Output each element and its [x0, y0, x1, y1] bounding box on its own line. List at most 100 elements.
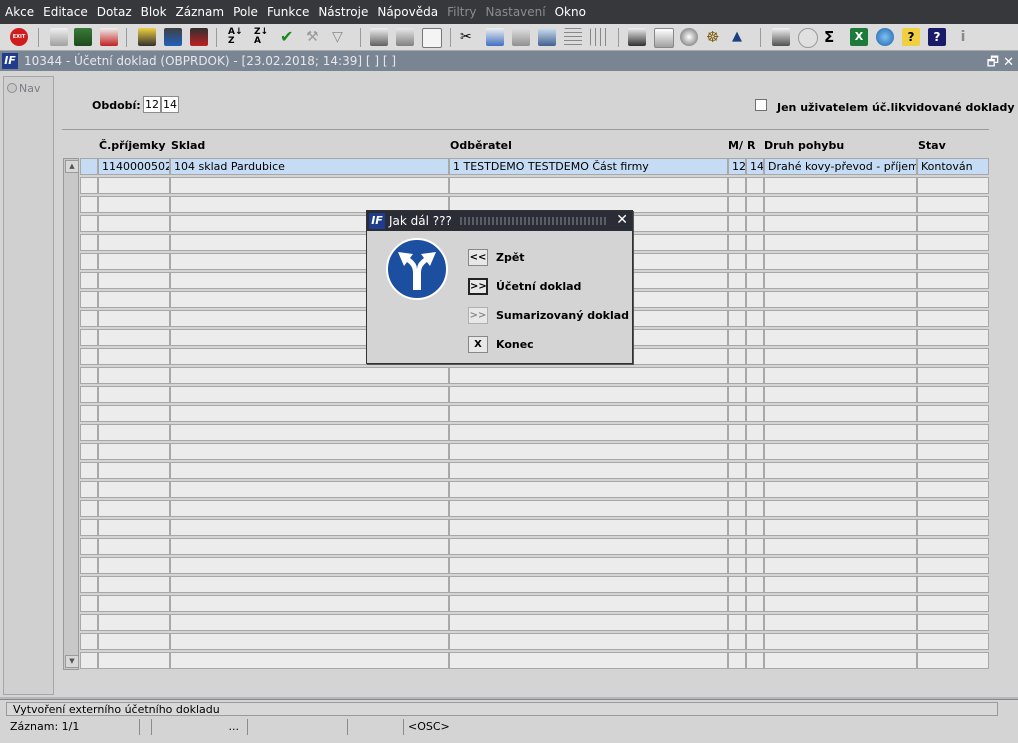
info-icon[interactable]: i	[954, 28, 972, 46]
excel-icon[interactable]: X	[850, 28, 868, 46]
table-cell-stav[interactable]	[917, 538, 989, 555]
print-setup-icon[interactable]	[396, 28, 414, 46]
table-cell-r[interactable]	[746, 177, 764, 194]
browser-icon[interactable]	[876, 28, 894, 46]
row-indicator[interactable]	[80, 386, 98, 403]
row-indicator[interactable]	[80, 462, 98, 479]
help-icon[interactable]: ?	[902, 28, 920, 46]
table-cell-sklad[interactable]	[170, 557, 449, 574]
insert-record-icon[interactable]	[50, 28, 68, 46]
table-cell-r[interactable]	[746, 348, 764, 365]
table-cell-r[interactable]	[746, 310, 764, 327]
table-cell-cislo[interactable]	[98, 500, 170, 517]
table-cell-cislo[interactable]	[98, 652, 170, 669]
table-cell-m[interactable]	[728, 310, 746, 327]
row-indicator[interactable]	[80, 443, 98, 460]
table-cell-stav[interactable]	[917, 367, 989, 384]
row-indicator[interactable]	[80, 424, 98, 441]
row-indicator[interactable]	[80, 367, 98, 384]
row-indicator[interactable]	[80, 576, 98, 593]
table-cell-odberatel[interactable]: 1 TESTDEMO TESTDEMO Část firmy	[449, 158, 728, 175]
table-cell-stav[interactable]	[917, 424, 989, 441]
table-cell-r[interactable]	[746, 291, 764, 308]
nav-panel[interactable]: Nav	[3, 76, 54, 695]
table-cell-cislo[interactable]	[98, 614, 170, 631]
table-cell-stav[interactable]	[917, 291, 989, 308]
list-icon[interactable]	[564, 28, 582, 46]
find-icon[interactable]	[538, 28, 556, 46]
row-indicator[interactable]	[80, 557, 98, 574]
table-cell-odberatel[interactable]	[449, 386, 728, 403]
table-cell-m[interactable]	[728, 424, 746, 441]
table-cell-druh[interactable]	[764, 576, 917, 593]
table-cell-stav[interactable]	[917, 652, 989, 669]
table-cell-sklad[interactable]	[170, 405, 449, 422]
table-cell-druh[interactable]	[764, 481, 917, 498]
scroll-up-icon[interactable]: ▲	[65, 160, 79, 173]
table-cell-druh[interactable]	[764, 424, 917, 441]
table-cell-druh[interactable]	[764, 652, 917, 669]
cancel-query-icon[interactable]	[190, 28, 208, 46]
row-indicator[interactable]	[80, 481, 98, 498]
table-cell-stav[interactable]	[917, 519, 989, 536]
table-cell-r[interactable]	[746, 215, 764, 232]
table-cell-m[interactable]	[728, 348, 746, 365]
table-cell-sklad[interactable]	[170, 500, 449, 517]
table-cell-m[interactable]	[728, 196, 746, 213]
table-cell-odberatel[interactable]	[449, 177, 728, 194]
table-cell-m[interactable]	[728, 462, 746, 479]
dialog-option-button-1[interactable]: >>	[468, 278, 488, 295]
filter-icon[interactable]: ▽	[332, 28, 350, 46]
row-indicator[interactable]	[80, 595, 98, 612]
row-indicator[interactable]	[80, 158, 98, 175]
table-cell-m[interactable]	[728, 481, 746, 498]
row-indicator[interactable]	[80, 329, 98, 346]
table-cell-m[interactable]	[728, 652, 746, 669]
table-cell-sklad[interactable]: 104 sklad Pardubice	[170, 158, 449, 175]
row-indicator[interactable]	[80, 519, 98, 536]
table-scrollbar[interactable]: ▲ ▼	[63, 158, 79, 670]
table-cell-sklad[interactable]	[170, 367, 449, 384]
dialog-title-bar[interactable]: IF Jak dál ??? ✕	[367, 211, 632, 231]
table-cell-stav[interactable]	[917, 614, 989, 631]
table-cell-druh[interactable]	[764, 272, 917, 289]
table-cell-r[interactable]	[746, 652, 764, 669]
table-cell-m[interactable]: 12	[728, 158, 746, 175]
table-cell-druh[interactable]	[764, 329, 917, 346]
table-cell-cislo[interactable]	[98, 462, 170, 479]
table-cell-cislo[interactable]	[98, 291, 170, 308]
table-cell-m[interactable]	[728, 386, 746, 403]
menu-item-10[interactable]: Nastavení	[481, 5, 550, 19]
table-cell-odberatel[interactable]	[449, 614, 728, 631]
table-cell-r[interactable]	[746, 386, 764, 403]
table-cell-odberatel[interactable]	[449, 424, 728, 441]
table-cell-sklad[interactable]	[170, 576, 449, 593]
only-user-checkbox[interactable]	[755, 99, 767, 111]
table-cell-r[interactable]	[746, 614, 764, 631]
table-cell-odberatel[interactable]	[449, 557, 728, 574]
table-cell-stav[interactable]	[917, 405, 989, 422]
menu-item-6[interactable]: Funkce	[262, 5, 313, 19]
table-cell-stav[interactable]	[917, 234, 989, 251]
document-icon[interactable]	[654, 28, 674, 48]
chart-icon[interactable]	[772, 28, 790, 46]
table-cell-m[interactable]	[728, 215, 746, 232]
table-cell-odberatel[interactable]	[449, 538, 728, 555]
table-cell-druh[interactable]	[764, 462, 917, 479]
table-cell-r[interactable]	[746, 462, 764, 479]
execute-query-icon[interactable]	[164, 28, 182, 46]
table-cell-m[interactable]	[728, 253, 746, 270]
table-cell-stav[interactable]	[917, 443, 989, 460]
table-cell-cislo[interactable]	[98, 272, 170, 289]
table-cell-odberatel[interactable]	[449, 519, 728, 536]
table-cell-stav[interactable]	[917, 329, 989, 346]
table-cell-druh[interactable]	[764, 234, 917, 251]
table-cell-druh[interactable]	[764, 614, 917, 631]
print-icon[interactable]	[370, 28, 388, 46]
table-cell-sklad[interactable]	[170, 614, 449, 631]
row-indicator[interactable]	[80, 196, 98, 213]
table-cell-odberatel[interactable]	[449, 462, 728, 479]
table-cell-stav[interactable]: Kontován	[917, 158, 989, 175]
table-cell-odberatel[interactable]	[449, 633, 728, 650]
table-cell-sklad[interactable]	[170, 652, 449, 669]
